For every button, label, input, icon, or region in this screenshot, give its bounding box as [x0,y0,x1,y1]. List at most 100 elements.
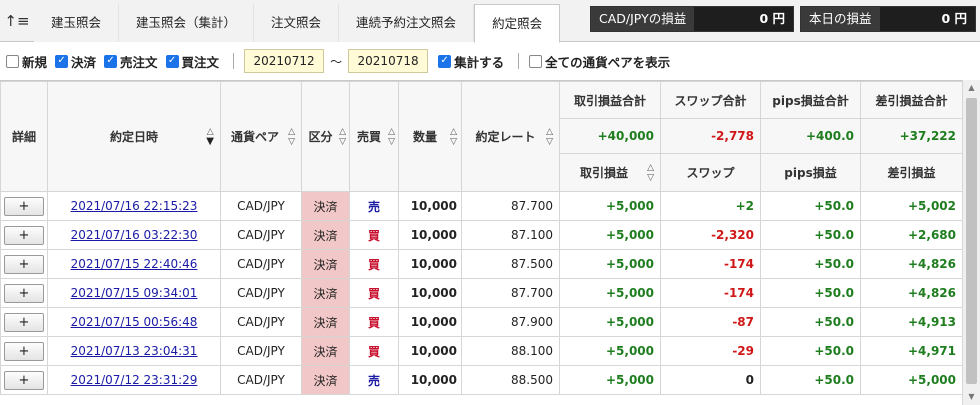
cell-swap: +2 [660,191,761,221]
execution-datetime-link[interactable]: 2021/07/12 23:31:29 [71,373,198,387]
tab-executions[interactable]: 約定照会 [474,4,561,43]
scroll-up-icon[interactable]: ▲ [963,80,980,96]
cell-swap: -29 [660,336,761,366]
scroll-down-icon[interactable]: ▼ [963,389,980,405]
filter-sell-order-checkbox[interactable]: ✓ 売注文 [104,52,158,71]
execution-datetime-link[interactable]: 2021/07/15 00:56:48 [71,315,198,329]
execution-datetime-link[interactable]: 2021/07/16 22:15:23 [71,199,198,213]
cell-qty: 10,000 [398,249,462,279]
cell-trade-pl: +5,000 [559,365,661,395]
cell-pair: CAD/JPY [220,191,302,221]
cell-rate: 87.500 [461,249,560,279]
tab-positions-summary[interactable]: 建玉照会（集計） [119,4,255,42]
cell-kubun: 決済 [301,191,350,221]
filter-divider [233,53,235,69]
header-qty[interactable]: 数量 △ ▽ [398,81,462,192]
show-all-pairs-checkbox[interactable]: 全ての通貨ペアを表示 [529,52,670,71]
header-rate[interactable]: 約定レート △ ▽ [461,81,560,192]
cell-rate: 87.700 [461,278,560,308]
table-row: +2021/07/15 00:56:48 CAD/JPY 決済買 10,000 87.9… [0,307,962,337]
table-row: +2021/07/13 23:04:31 CAD/JPY 決済買 10,000 88.1… [0,336,962,366]
pair-pl-label: CAD/JPYの損益 [591,7,695,31]
expand-detail-button[interactable]: + [4,370,44,390]
pair-pl-value: 0 円 [694,7,793,31]
sort-arrows-icon[interactable]: △ ▽ [288,127,295,147]
cell-qty: 10,000 [398,307,462,337]
table-row: +2021/07/15 22:40:46 CAD/JPY 決済買 10,000 87.5… [0,249,962,279]
cell-net-pl: +4,826 [860,278,962,308]
cell-side: 買 [349,278,399,308]
sort-arrows-icon[interactable]: △ ▽ [450,127,457,147]
execution-datetime-link[interactable]: 2021/07/15 22:40:46 [71,257,198,271]
tab-positions[interactable]: 建玉照会 [34,4,120,42]
cell-net-pl: +4,971 [860,336,962,366]
header-pips: pips損益 [760,153,861,192]
aggregate-checkbox[interactable]: ✓ 集計する [438,52,504,71]
top-bar: ↑≡ 建玉照会 建玉照会（集計） 注文照会 連続予約注文照会 約定照会 CAD/… [0,0,980,43]
cell-rate: 87.100 [461,220,560,250]
cell-rate: 87.700 [461,191,560,221]
cell-qty: 10,000 [398,191,462,221]
sort-arrows-icon[interactable]: △ ▽ [339,127,346,147]
cell-side: 買 [349,220,399,250]
cell-pips-pl: +50.0 [760,278,861,308]
filter-divider-2 [518,53,520,69]
table-row: +2021/07/16 03:22:30 CAD/JPY 決済買 10,000 87.1… [0,220,962,250]
header-swap: スワップ [660,153,761,192]
header-swap-total: スワップ合計 [660,81,761,119]
cell-swap: -174 [660,249,761,279]
cell-rate: 88.100 [461,336,560,366]
cell-pair: CAD/JPY [220,249,302,279]
execution-datetime-link[interactable]: 2021/07/16 03:22:30 [71,228,198,242]
cell-qty: 10,000 [398,336,462,366]
filter-buy-order-checkbox[interactable]: ✓ 買注文 [165,52,219,71]
table-row: +2021/07/12 23:31:29 CAD/JPY 決済売 10,000 88.5… [0,365,962,395]
expand-detail-button[interactable]: + [4,283,44,303]
header-datetime[interactable]: 約定日時 △ ▼ [47,81,221,192]
cell-pair: CAD/JPY [220,307,302,337]
header-trade-total: 取引損益合計 [559,81,661,119]
scrollbar-thumb[interactable] [966,98,977,384]
expand-detail-button[interactable]: + [4,312,44,332]
header-trade[interactable]: 取引損益 △ ▽ [559,153,661,192]
table-scrollbar[interactable]: ▲ ▼ [962,80,980,405]
cell-net-pl: +4,826 [860,249,962,279]
pair-pl-box: CAD/JPYの損益 0 円 [590,6,794,32]
execution-datetime-link[interactable]: 2021/07/13 23:04:31 [71,344,198,358]
filter-close-checkbox[interactable]: ✓ 決済 [55,52,96,71]
sort-arrows-icon[interactable]: △ ▽ [647,163,654,183]
header-pair[interactable]: 通貨ペア △ ▽ [220,81,302,192]
table-row: +2021/07/16 22:15:23 CAD/JPY 決済売 10,000 87.7… [0,191,962,221]
header-side[interactable]: 売買 △ ▽ [349,81,399,192]
date-from-input[interactable]: 20210712 [244,49,325,73]
expand-detail-button[interactable]: + [4,254,44,274]
cell-kubun: 決済 [301,336,350,366]
date-to-input[interactable]: 20210718 [348,49,429,73]
sort-menu-icon[interactable]: ↑≡ [2,9,32,33]
cell-kubun: 決済 [301,307,350,337]
total-net: +37,222 [860,118,962,154]
cell-qty: 10,000 [398,365,462,395]
cell-side: 買 [349,336,399,366]
cell-net-pl: +5,002 [860,191,962,221]
expand-detail-button[interactable]: + [4,225,44,245]
cell-pips-pl: +50.0 [760,249,861,279]
cell-net-pl: +5,000 [860,365,962,395]
cell-side: 買 [349,307,399,337]
expand-detail-button[interactable]: + [4,196,44,216]
expand-detail-button[interactable]: + [4,341,44,361]
today-pl-box: 本日の損益 0 円 [800,6,976,32]
sort-arrows-icon[interactable]: △ ▽ [388,127,395,147]
sort-arrows-icon[interactable]: △ ▼ [206,127,214,147]
sort-arrows-icon[interactable]: △ ▽ [546,127,553,147]
cell-pair: CAD/JPY [220,220,302,250]
cell-kubun: 決済 [301,220,350,250]
execution-datetime-link[interactable]: 2021/07/15 09:34:01 [71,286,198,300]
date-range-separator: ～ [330,54,343,69]
cell-side: 売 [349,191,399,221]
filter-new-checkbox[interactable]: 新規 [6,52,47,71]
header-kubun[interactable]: 区分 △ ▽ [301,81,350,192]
cell-kubun: 決済 [301,249,350,279]
tab-series-orders[interactable]: 連続予約注文照会 [339,4,475,42]
tab-orders[interactable]: 注文照会 [254,4,340,42]
